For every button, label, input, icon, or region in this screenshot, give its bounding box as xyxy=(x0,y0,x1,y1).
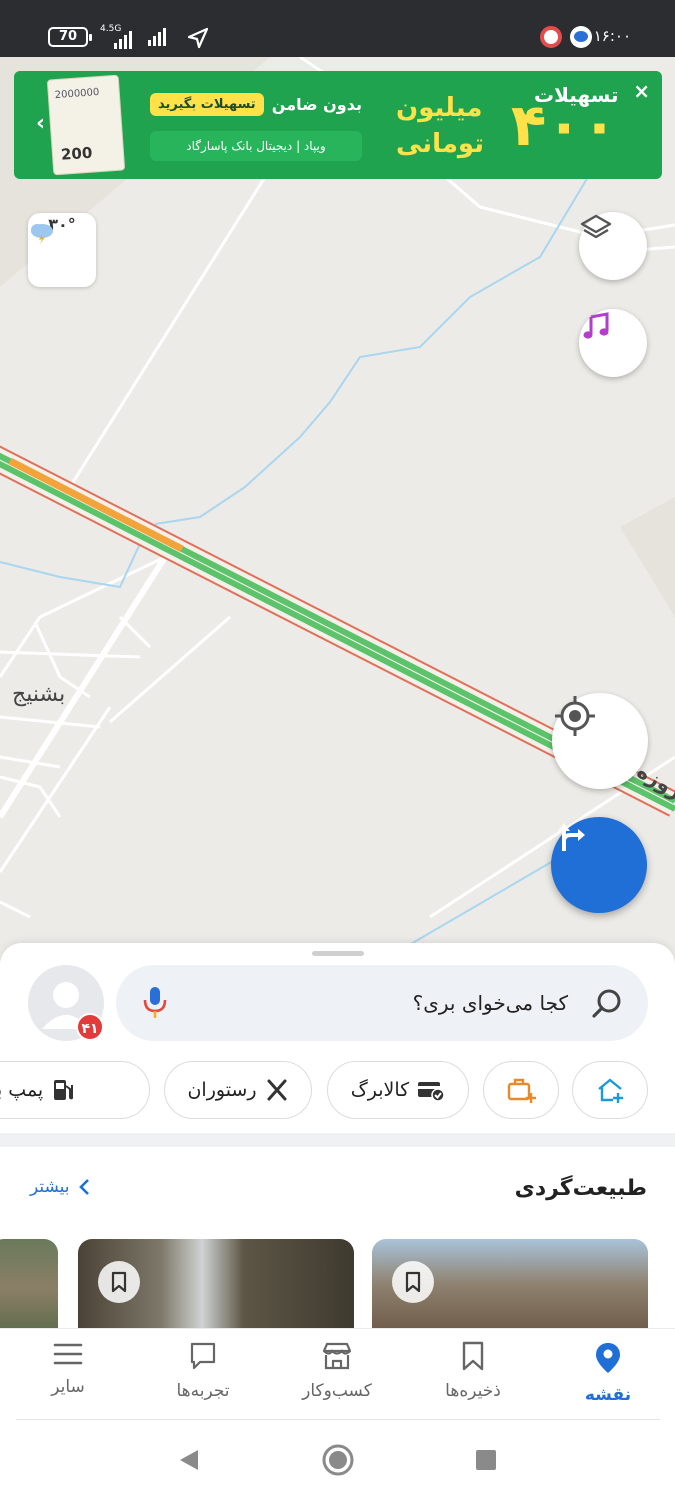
nav-item-reviews[interactable]: تجربه‌ها xyxy=(148,1341,258,1401)
store-icon xyxy=(322,1342,352,1370)
sheet-drag-handle[interactable] xyxy=(312,951,364,956)
section-divider xyxy=(0,1133,675,1147)
bookmark-icon xyxy=(111,1271,127,1293)
chip-kalabarg[interactable]: کالابرگ xyxy=(327,1061,469,1119)
location-arrow-icon xyxy=(187,27,209,49)
card-bookmark-button[interactable] xyxy=(98,1261,140,1303)
status-bar: 70 4.5G ۱۶:۰۰ xyxy=(0,0,675,57)
weather-widget[interactable]: ۳۰° xyxy=(28,213,96,287)
chip-add-home[interactable] xyxy=(572,1061,648,1119)
banknote-image: 2000000 200 xyxy=(46,74,126,176)
music-button[interactable] xyxy=(579,309,647,377)
nav-label: سایر xyxy=(51,1377,85,1397)
ad-banner[interactable]: 2000000 200 ‹ تسهیلات بگیرید بدون ضامن و… xyxy=(14,71,662,179)
bookmark-icon xyxy=(462,1341,484,1371)
banknote-top-label: 2000000 xyxy=(54,87,100,102)
fuel-pump-icon xyxy=(54,1080,74,1100)
search-input[interactable]: کجا می‌خوای بری؟ xyxy=(413,965,568,1041)
layers-icon xyxy=(580,214,612,239)
ad-prev-arrow-icon[interactable]: ‹ xyxy=(36,111,45,136)
card-bookmark-button[interactable] xyxy=(392,1261,434,1303)
banknote-value: 200 xyxy=(60,143,93,164)
menu-icon xyxy=(53,1343,83,1365)
chip-label: رستوران xyxy=(187,1079,257,1101)
ad-bank-line: ویپاد | دیجیتال بانک پاسارگاد xyxy=(150,131,362,161)
signal-icon-2 xyxy=(148,27,168,46)
battery-indicator: 70 xyxy=(48,27,92,47)
back-icon[interactable] xyxy=(178,1448,200,1472)
chip-restaurant[interactable]: رستوران xyxy=(164,1061,312,1119)
bottom-navigation: نقشه ذخیره‌ها کسب‌وکار تجربه‌ها سایر xyxy=(0,1328,675,1420)
card-check-icon xyxy=(418,1082,445,1102)
chip-gas-station[interactable]: پمپ بنزین xyxy=(0,1061,150,1119)
ad-headline: تسهیلات xyxy=(534,83,619,107)
town-label: بشنیج xyxy=(12,682,66,707)
chevron-left-icon xyxy=(78,1179,89,1195)
place-card[interactable] xyxy=(78,1239,354,1328)
system-navigation xyxy=(0,1420,675,1500)
directions-button[interactable] xyxy=(551,817,647,913)
nav-item-saved[interactable]: ذخیره‌ها xyxy=(418,1341,528,1401)
clock: ۱۶:۰۰ xyxy=(593,27,631,45)
chip-label: کالابرگ xyxy=(350,1079,410,1101)
recent-apps-icon[interactable] xyxy=(476,1450,496,1470)
message-notification-icon xyxy=(570,26,592,48)
fork-knife-icon xyxy=(267,1079,287,1101)
search-icon xyxy=(592,989,621,1018)
place-card[interactable] xyxy=(0,1239,58,1328)
bookmark-icon xyxy=(405,1271,421,1293)
map-view[interactable]: بشنیج روزه 2000000 200 ‹ تسهیلات بگیرید … xyxy=(0,57,675,962)
work-add-icon xyxy=(507,1078,536,1103)
nav-item-more[interactable]: سایر xyxy=(13,1341,123,1397)
chip-add-work[interactable] xyxy=(483,1061,559,1119)
crosshair-icon xyxy=(555,696,595,736)
chip-label: پمپ بنزین xyxy=(0,1079,44,1101)
more-link-label: بیشتر xyxy=(30,1177,70,1197)
nav-item-business[interactable]: کسب‌وکار xyxy=(282,1341,392,1401)
ad-unit-million: میلیون xyxy=(396,93,483,123)
search-bar[interactable]: کجا می‌خوای بری؟ xyxy=(116,965,648,1041)
music-note-icon xyxy=(583,312,609,339)
section-title: طبیعت‌گردی xyxy=(514,1176,647,1201)
ad-cta[interactable]: تسهیلات بگیرید xyxy=(150,93,264,116)
layers-button[interactable] xyxy=(579,212,647,280)
nav-label: ذخیره‌ها xyxy=(445,1381,501,1401)
app-notification-icon xyxy=(540,26,562,48)
more-link[interactable]: بیشتر xyxy=(30,1177,90,1197)
place-card[interactable] xyxy=(372,1239,648,1328)
nav-label: کسب‌وکار xyxy=(302,1381,372,1401)
bottom-sheet[interactable]: ۴۱ کجا می‌خوای بری؟ xyxy=(0,943,675,1328)
home-icon[interactable] xyxy=(322,1444,354,1476)
ad-unit-toman: تومانی xyxy=(396,129,484,159)
signal-icon xyxy=(114,30,134,49)
my-location-button[interactable] xyxy=(552,693,648,789)
home-add-icon xyxy=(598,1078,623,1103)
map-pin-icon xyxy=(596,1343,620,1373)
nav-item-map[interactable]: نقشه xyxy=(553,1341,663,1405)
notification-badge: ۴۱ xyxy=(76,1013,104,1041)
microphone-icon[interactable] xyxy=(142,985,168,1021)
ad-guarantor-text: بدون ضامن xyxy=(271,95,362,114)
nav-label: تجربه‌ها xyxy=(176,1381,230,1401)
chat-icon xyxy=(190,1342,216,1370)
cloud-lightning-icon xyxy=(31,224,53,244)
close-icon[interactable]: × xyxy=(633,81,650,101)
directions-icon xyxy=(558,823,585,851)
nav-label: نقشه xyxy=(584,1385,632,1405)
